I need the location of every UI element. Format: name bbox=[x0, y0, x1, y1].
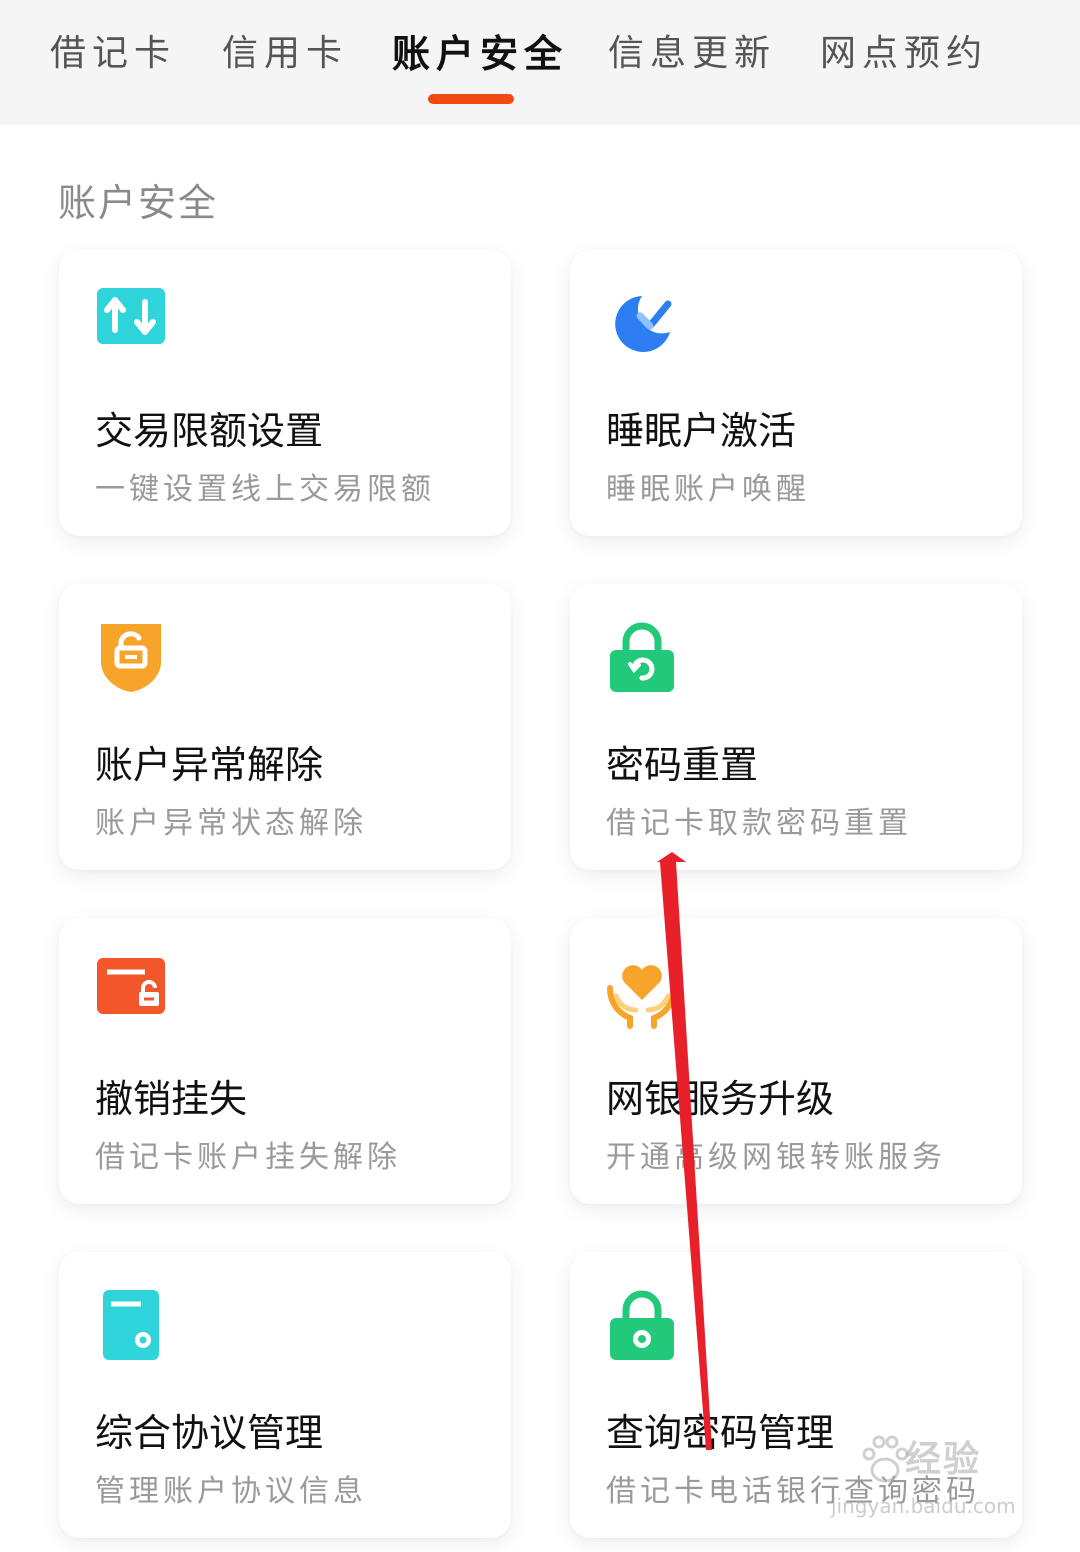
card-subtitle: 一键设置线上交易限额 bbox=[95, 472, 435, 507]
transfer-arrows-icon bbox=[95, 286, 171, 362]
card-subtitle: 借记卡电话银行查询密码 bbox=[606, 1474, 980, 1509]
hands-heart-icon bbox=[606, 954, 682, 1030]
card-unlock-icon bbox=[95, 954, 171, 1030]
tab-account-security[interactable]: 账户安全 bbox=[392, 28, 568, 80]
card-settings-icon bbox=[95, 1288, 171, 1364]
card-ebank-upgrade[interactable]: 网银服务升级 开通高级网银转账服务 bbox=[570, 918, 1022, 1204]
card-dormant-activation[interactable]: 睡眠户激活 睡眠账户唤醒 bbox=[570, 250, 1022, 536]
card-subtitle: 借记卡账户挂失解除 bbox=[95, 1140, 401, 1175]
top-tab-bar: 借记卡 信用卡 账户安全 信息更新 网点预约 bbox=[0, 0, 1080, 125]
card-account-anomaly-release[interactable]: 账户异常解除 账户异常状态解除 bbox=[59, 584, 511, 870]
card-title: 交易限额设置 bbox=[95, 409, 324, 453]
card-subtitle: 管理账户协议信息 bbox=[95, 1474, 367, 1509]
card-title: 查询密码管理 bbox=[606, 1411, 835, 1455]
card-subtitle: 账户异常状态解除 bbox=[95, 806, 367, 841]
card-title: 密码重置 bbox=[606, 743, 759, 787]
tab-debit-card[interactable]: 借记卡 bbox=[50, 28, 176, 80]
card-title: 睡眠户激活 bbox=[606, 409, 797, 453]
card-title: 综合协议管理 bbox=[95, 1411, 324, 1455]
card-cancel-loss-report[interactable]: 撤销挂失 借记卡账户挂失解除 bbox=[59, 918, 511, 1204]
shield-unlock-icon bbox=[95, 620, 171, 696]
card-transaction-limit[interactable]: 交易限额设置 一键设置线上交易限额 bbox=[59, 250, 511, 536]
moon-check-icon bbox=[606, 286, 682, 362]
section-title: 账户安全 bbox=[58, 181, 219, 225]
tab-info-update[interactable]: 信息更新 bbox=[608, 28, 776, 80]
active-tab-indicator bbox=[428, 94, 514, 104]
card-password-reset[interactable]: 密码重置 借记卡取款密码重置 bbox=[570, 584, 1022, 870]
card-subtitle: 开通高级网银转账服务 bbox=[606, 1140, 946, 1175]
card-title: 撤销挂失 bbox=[95, 1077, 248, 1121]
card-agreement-management[interactable]: 综合协议管理 管理账户协议信息 bbox=[59, 1252, 511, 1538]
tab-credit-card[interactable]: 信用卡 bbox=[222, 28, 348, 80]
card-query-password-management[interactable]: 查询密码管理 借记卡电话银行查询密码 bbox=[570, 1252, 1022, 1538]
card-title: 账户异常解除 bbox=[95, 743, 324, 787]
lock-reset-icon bbox=[606, 620, 682, 696]
tab-branch-booking[interactable]: 网点预约 bbox=[820, 28, 988, 80]
card-subtitle: 睡眠账户唤醒 bbox=[606, 472, 810, 507]
card-subtitle: 借记卡取款密码重置 bbox=[606, 806, 912, 841]
lock-settings-icon bbox=[606, 1288, 682, 1364]
card-title: 网银服务升级 bbox=[606, 1077, 835, 1121]
